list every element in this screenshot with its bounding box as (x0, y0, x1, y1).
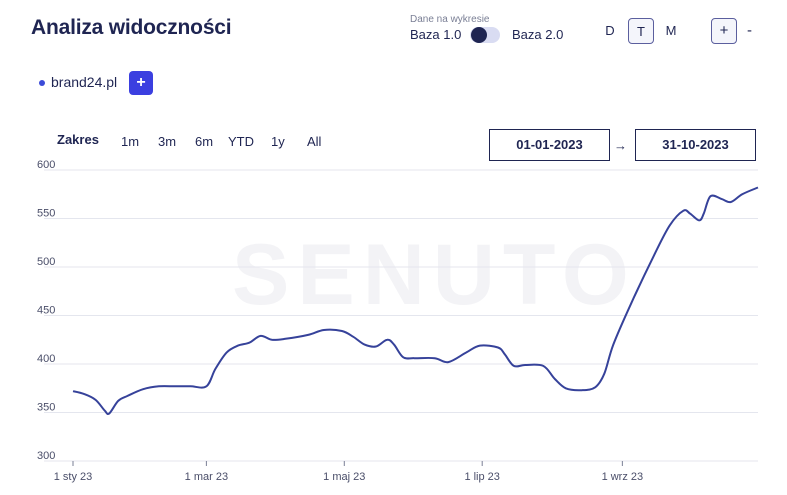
y-tick-label: 550 (37, 208, 55, 220)
y-tick-label: 600 (37, 159, 55, 171)
x-tick-label: 1 mar 23 (185, 471, 228, 483)
x-tick-label: 1 maj 23 (323, 471, 365, 483)
x-tick-label: 1 lip 23 (464, 471, 499, 483)
y-tick-label: 400 (37, 353, 55, 365)
y-tick-label: 450 (37, 305, 55, 317)
series-line (72, 186, 759, 416)
visibility-chart[interactable]: 300 350 400 450 500 550 600 1 sty 23 1 mar 23 1 m… (0, 0, 787, 495)
x-tick-label: 1 sty 23 (54, 471, 93, 483)
x-tick-label: 1 wrz 23 (602, 471, 644, 483)
y-tick-label: 350 (37, 402, 55, 414)
y-tick-label: 500 (37, 256, 55, 268)
y-tick-label: 300 (37, 450, 55, 462)
